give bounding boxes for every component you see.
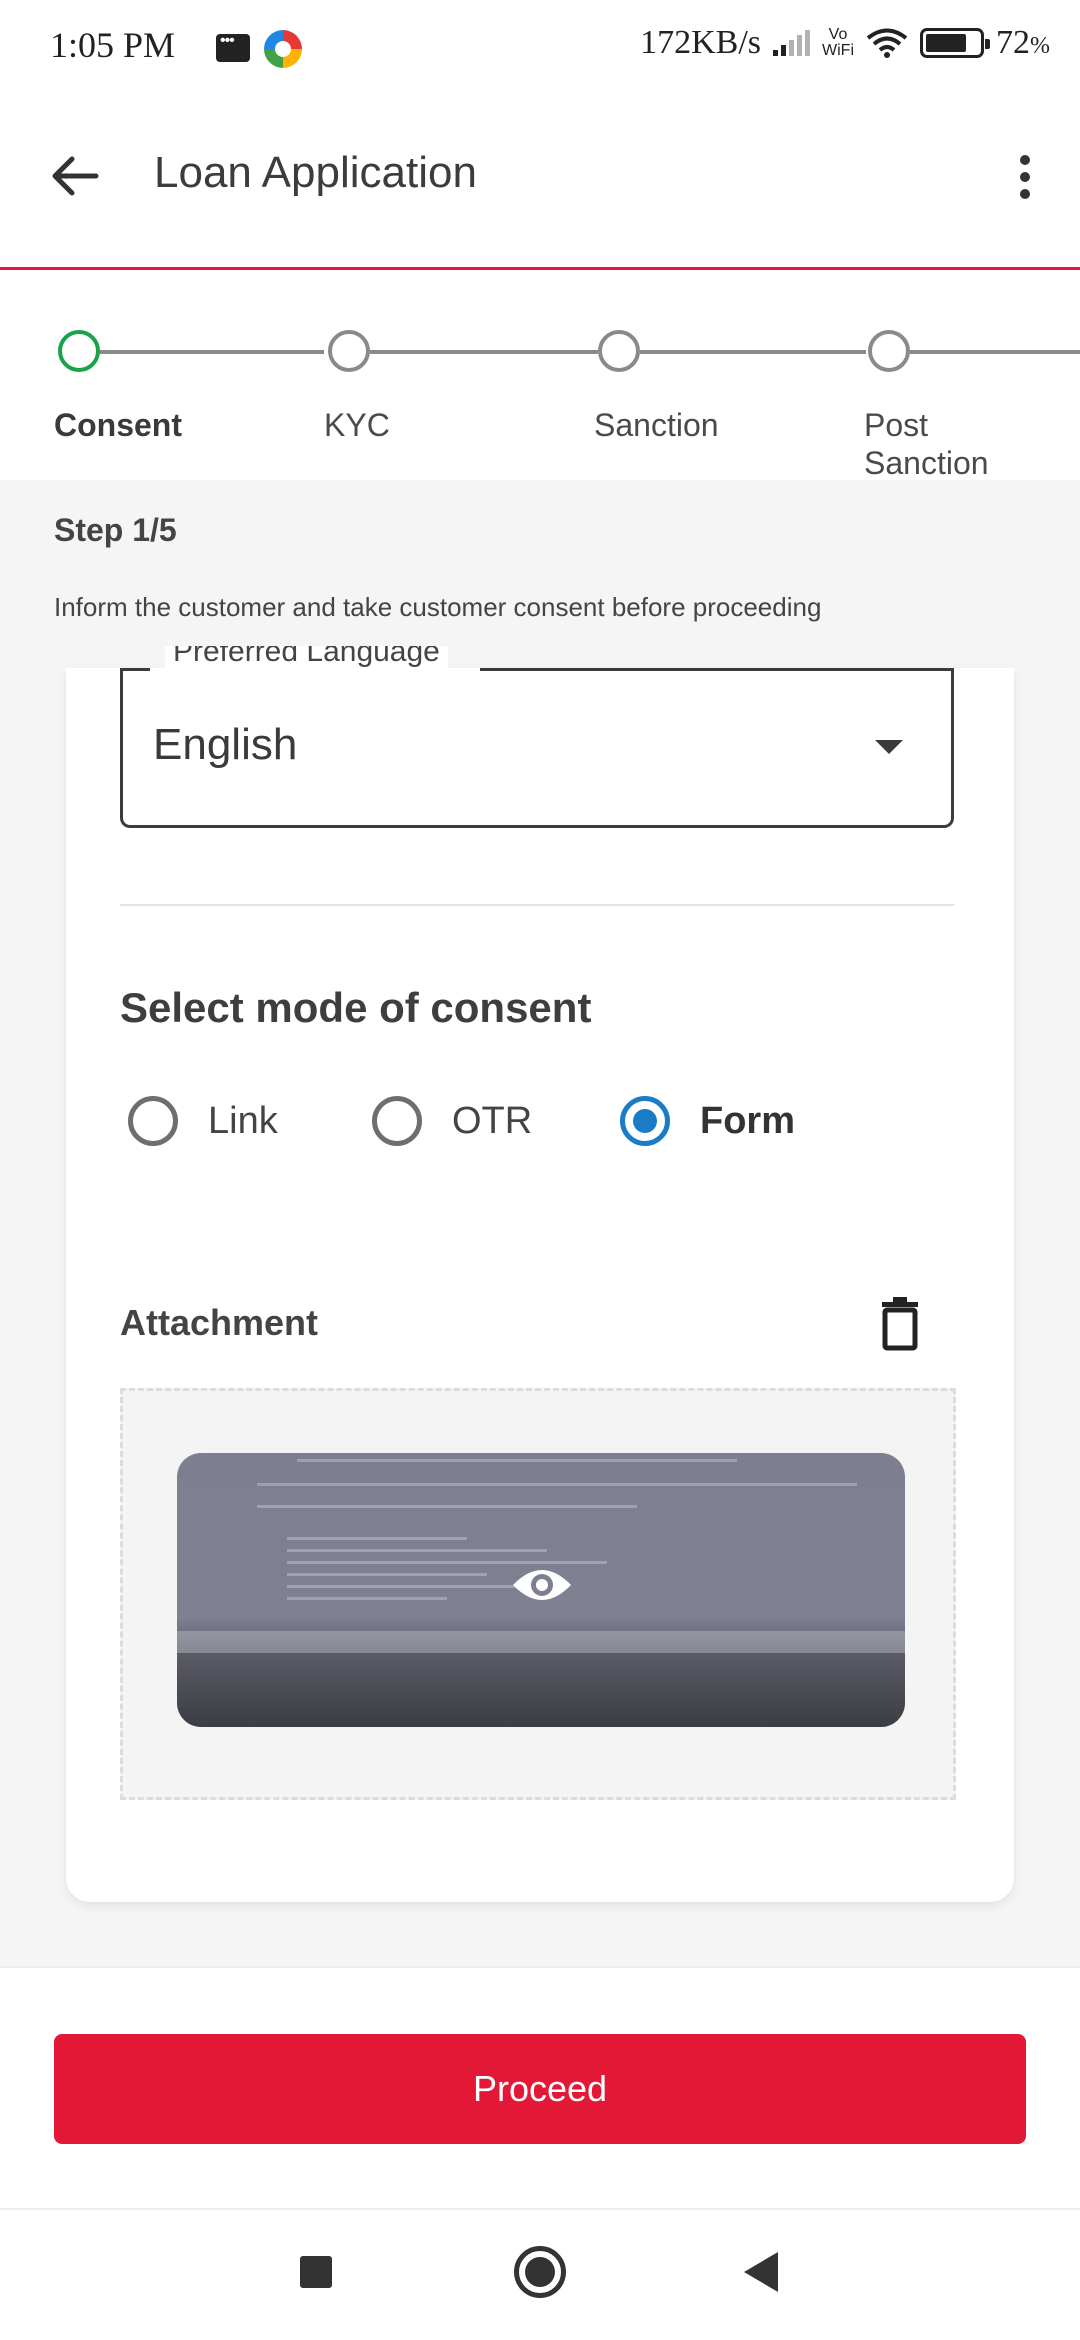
delete-attachment-button[interactable] (870, 1294, 930, 1354)
step-label-consent: Consent (54, 407, 182, 443)
consent-card: Preferred Language English Select mode o… (66, 646, 1014, 1902)
vowifi-icon: Vo WiFi (822, 27, 854, 59)
back-button[interactable] (46, 146, 106, 206)
battery-percent: 72 (996, 24, 1030, 61)
caret-down-icon (875, 740, 903, 754)
trash-icon (882, 1297, 918, 1351)
app-bar: Loan Application (0, 96, 1080, 270)
more-vertical-icon (1020, 155, 1030, 165)
consent-option-label: OTR (452, 1099, 533, 1142)
app-notification-icon (264, 30, 302, 68)
preferred-language-label: Preferred Language (165, 646, 448, 668)
battery-unit: % (1030, 33, 1050, 59)
page-title: Loan Application (154, 148, 477, 197)
more-options-button[interactable] (990, 142, 1060, 212)
step-info: Step 1/5 Inform the customer and take cu… (0, 480, 1080, 668)
status-time: 1:05 PM (50, 25, 176, 65)
step-connector (910, 350, 1080, 354)
step-description: Inform the customer and take customer co… (54, 592, 822, 622)
battery-icon (920, 28, 990, 58)
attachment-thumbnail[interactable] (177, 1453, 905, 1727)
consent-option-label: Form (700, 1099, 795, 1142)
step-connector (640, 350, 866, 354)
step-count: Step 1/5 (54, 512, 177, 548)
proceed-button[interactable]: Proceed (54, 2034, 1026, 2144)
radio-button-icon (372, 1096, 422, 1146)
consent-option-link[interactable]: Link (128, 1096, 278, 1146)
wifi-icon (866, 28, 908, 58)
eye-icon[interactable] (511, 1565, 573, 1605)
network-speed: 172KB/s (640, 24, 762, 61)
step-label-sanction: Sanction (594, 407, 719, 443)
home-circle-icon[interactable] (514, 2246, 566, 2298)
step-connector (100, 350, 324, 354)
status-indicators: 172KB/s Vo WiFi 72% (640, 24, 1050, 62)
attachment-title: Attachment (120, 1302, 319, 1343)
message-notification-icon (216, 32, 250, 62)
vowifi-top: Vo (828, 26, 848, 43)
system-nav-bar (0, 2212, 1080, 2340)
step-label-kyc: KYC (324, 407, 390, 443)
step-indicator-kyc (328, 330, 370, 372)
radio-button-selected-icon (620, 1096, 670, 1146)
thumbnail-taskbar (177, 1631, 905, 1653)
consent-option-label: Link (208, 1099, 278, 1142)
step-connector (370, 350, 598, 354)
progress-stepper: Consent KYC Sanction Post Sanction (0, 272, 1080, 481)
preferred-language-dropdown[interactable]: Preferred Language English (120, 646, 954, 828)
attachment-dropzone (120, 1388, 956, 1800)
battery-level: 72% (996, 24, 1050, 62)
preferred-language-value: English (153, 720, 298, 769)
radio-button-icon (128, 1096, 178, 1146)
vowifi-bottom: WiFi (822, 42, 854, 59)
recents-square-icon[interactable] (300, 2256, 332, 2288)
consent-option-form[interactable]: Form (620, 1096, 795, 1146)
status-bar: 1:05 PM 172KB/s Vo WiFi 72% (0, 0, 1080, 96)
step-label-post-sanction: Post Sanction (864, 407, 989, 481)
step-indicator-sanction (598, 330, 640, 372)
step-indicator-consent (58, 330, 100, 372)
arrow-left-icon (52, 156, 99, 196)
divider (120, 904, 954, 906)
step-indicator-post-sanction (868, 330, 910, 372)
signal-icon (773, 30, 811, 56)
back-triangle-icon[interactable] (744, 2252, 778, 2292)
bottom-action-bar: Proceed (0, 1966, 1080, 2210)
consent-mode-title: Select mode of consent (120, 984, 592, 1031)
consent-option-otr[interactable]: OTR (372, 1096, 532, 1146)
